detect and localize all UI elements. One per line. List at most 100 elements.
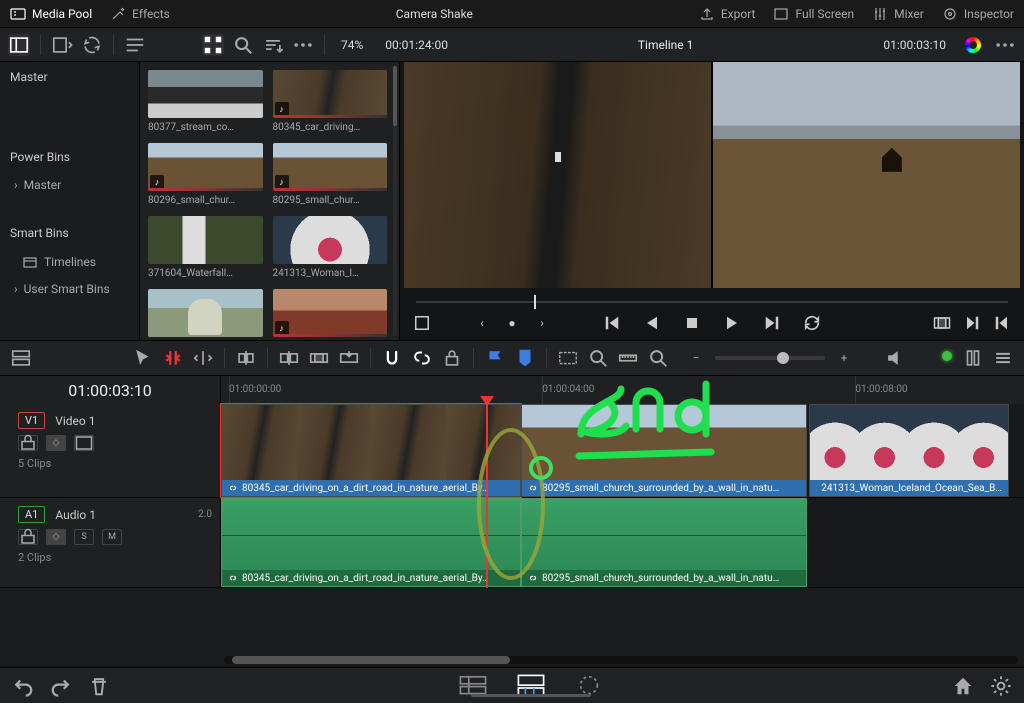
timeline-audio-clip[interactable]: 80295_small_church_surrounded_by_a_wall_… <box>521 498 807 587</box>
transform-icon[interactable] <box>412 313 432 333</box>
track-disable-icon[interactable] <box>74 435 94 451</box>
media-pool-tab[interactable]: Media Pool <box>10 6 92 22</box>
color-wheel-icon[interactable] <box>962 34 984 56</box>
overwrite-icon[interactable] <box>932 313 952 333</box>
timeline-view-options[interactable] <box>10 347 32 369</box>
go-end-button[interactable] <box>762 313 782 333</box>
auto-select-icon[interactable]: ◇ <box>46 435 66 451</box>
media-clip[interactable]: 241313_Woman_I… <box>273 216 388 279</box>
record-timecode[interactable]: 01:00:03:10 <box>877 38 952 52</box>
media-clip[interactable]: ♪ <box>273 289 388 340</box>
master-bin[interactable]: Master <box>0 62 139 92</box>
redo-button[interactable] <box>50 675 72 697</box>
media-clip[interactable]: 80377_stream_co… <box>148 70 263 133</box>
export-button[interactable]: Export <box>699 6 756 22</box>
loop-button[interactable] <box>802 313 822 333</box>
zoom-search-icon[interactable] <box>587 347 609 369</box>
home-button[interactable] <box>952 675 974 697</box>
go-start-button[interactable] <box>602 313 622 333</box>
blade-tool[interactable] <box>235 347 257 369</box>
import-media-icon[interactable] <box>51 34 73 56</box>
v1-badge[interactable]: V1 <box>18 412 45 429</box>
timeline-hscroll[interactable] <box>224 656 1018 664</box>
stop-button[interactable] <box>682 313 702 333</box>
media-clip[interactable]: ♪80295_small_chur… <box>273 143 388 206</box>
track-lock-icon[interactable] <box>18 435 38 451</box>
zoom-out-button[interactable]: − <box>685 347 707 369</box>
effects-label: Effects <box>132 7 170 21</box>
chevron-right-icon: › <box>14 178 18 192</box>
zoom-slider[interactable] <box>715 356 825 360</box>
viewer-right[interactable] <box>713 62 1020 288</box>
thumbnail-view-icon[interactable] <box>202 34 224 56</box>
timeline-video-clip[interactable]: 80295_small_church_surrounded_by_a_wall_… <box>521 404 807 497</box>
insert-clip-icon[interactable] <box>278 347 300 369</box>
search-icon[interactable] <box>232 34 254 56</box>
delete-button[interactable] <box>88 675 110 697</box>
media-clip[interactable] <box>148 289 263 340</box>
timeline-video-clip[interactable]: 241313_Woman_Iceland_Ocean_Sea_B… <box>809 404 1009 497</box>
media-scrollbar[interactable] <box>393 66 397 336</box>
zoom-in-button[interactable]: + <box>833 347 855 369</box>
a1-name[interactable]: Audio 1 <box>55 508 96 522</box>
source-timecode[interactable]: 00:01:24:00 <box>379 38 454 52</box>
user-smart-bins[interactable]: › User Smart Bins <box>0 276 139 302</box>
media-clip[interactable]: ♪80345_car_driving… <box>273 70 388 133</box>
mute-icon[interactable] <box>884 347 906 369</box>
timeline-name[interactable]: Timeline 1 <box>464 38 867 52</box>
effects-tab[interactable]: Effects <box>110 6 170 22</box>
monitor-icon[interactable] <box>962 347 984 369</box>
next-clip-icon[interactable] <box>962 313 982 333</box>
overwrite-clip-icon[interactable] <box>308 347 330 369</box>
a1-badge[interactable]: A1 <box>18 506 45 523</box>
mute-button[interactable]: M <box>102 529 122 545</box>
smart-bin-timelines[interactable]: Timelines <box>0 248 139 276</box>
marker-icon[interactable] <box>514 347 536 369</box>
dim-slider[interactable] <box>914 353 954 363</box>
sort-icon[interactable] <box>262 34 284 56</box>
settings-button[interactable] <box>990 675 1012 697</box>
track-lock-icon[interactable] <box>18 529 38 545</box>
undo-button[interactable] <box>12 675 34 697</box>
range-select-icon[interactable] <box>557 347 579 369</box>
timeline-ruler[interactable]: 01:00:00:00 01:00:04:00 01:00:08:00 <box>220 376 1024 404</box>
search-timeline-icon[interactable] <box>647 347 669 369</box>
auto-select-icon[interactable]: ◇ <box>46 529 66 545</box>
selection-tool[interactable] <box>132 347 154 369</box>
more-options-icon[interactable] <box>292 34 314 56</box>
sync-bin-icon[interactable] <box>81 34 103 56</box>
playhead[interactable] <box>486 404 488 588</box>
trim-tool[interactable] <box>162 347 184 369</box>
mixer-button[interactable]: Mixer <box>872 6 924 22</box>
next-edit-icon[interactable]: › <box>532 313 552 333</box>
fullscreen-button[interactable]: Full Screen <box>773 6 854 22</box>
reverse-play-button[interactable] <box>642 313 662 333</box>
metadata-view-icon[interactable] <box>124 34 146 56</box>
linked-selection-toggle[interactable] <box>411 347 433 369</box>
match-frame-icon[interactable]: ● <box>502 313 522 333</box>
timeline-video-clip[interactable]: 80345_car_driving_on_a_dirt_road_in_natu… <box>221 404 521 497</box>
viewer-zoom[interactable]: 74% <box>335 38 369 52</box>
playhead-timecode[interactable]: 01:00:03:10 <box>0 376 220 404</box>
v1-name[interactable]: Video 1 <box>55 414 95 428</box>
timeline-menu-icon[interactable] <box>992 347 1014 369</box>
ruler-icon[interactable] <box>617 347 639 369</box>
replace-clip-icon[interactable] <box>338 347 360 369</box>
solo-button[interactable]: S <box>74 529 94 545</box>
viewer-left[interactable] <box>404 62 711 288</box>
media-clip[interactable]: ♪80296_small_chur… <box>148 143 263 206</box>
power-bin-master[interactable]: › Master <box>0 172 139 198</box>
play-button[interactable] <box>722 313 742 333</box>
prev-clip-icon[interactable] <box>992 313 1012 333</box>
viewer-scrubber[interactable] <box>416 295 1008 309</box>
dynamic-trim-tool[interactable] <box>192 347 214 369</box>
media-clip[interactable]: 371604_Waterfall… <box>148 216 263 279</box>
flag-icon[interactable] <box>484 347 506 369</box>
position-lock-icon[interactable] <box>441 347 463 369</box>
inspector-button[interactable]: Inspector <box>942 6 1014 22</box>
layout-toggle[interactable] <box>8 34 30 56</box>
viewer-options-icon[interactable] <box>994 34 1016 56</box>
prev-edit-icon[interactable]: ‹ <box>472 313 492 333</box>
snapping-toggle[interactable] <box>381 347 403 369</box>
timeline-audio-clip[interactable]: 80345_car_driving_on_a_dirt_road_in_natu… <box>221 498 521 587</box>
